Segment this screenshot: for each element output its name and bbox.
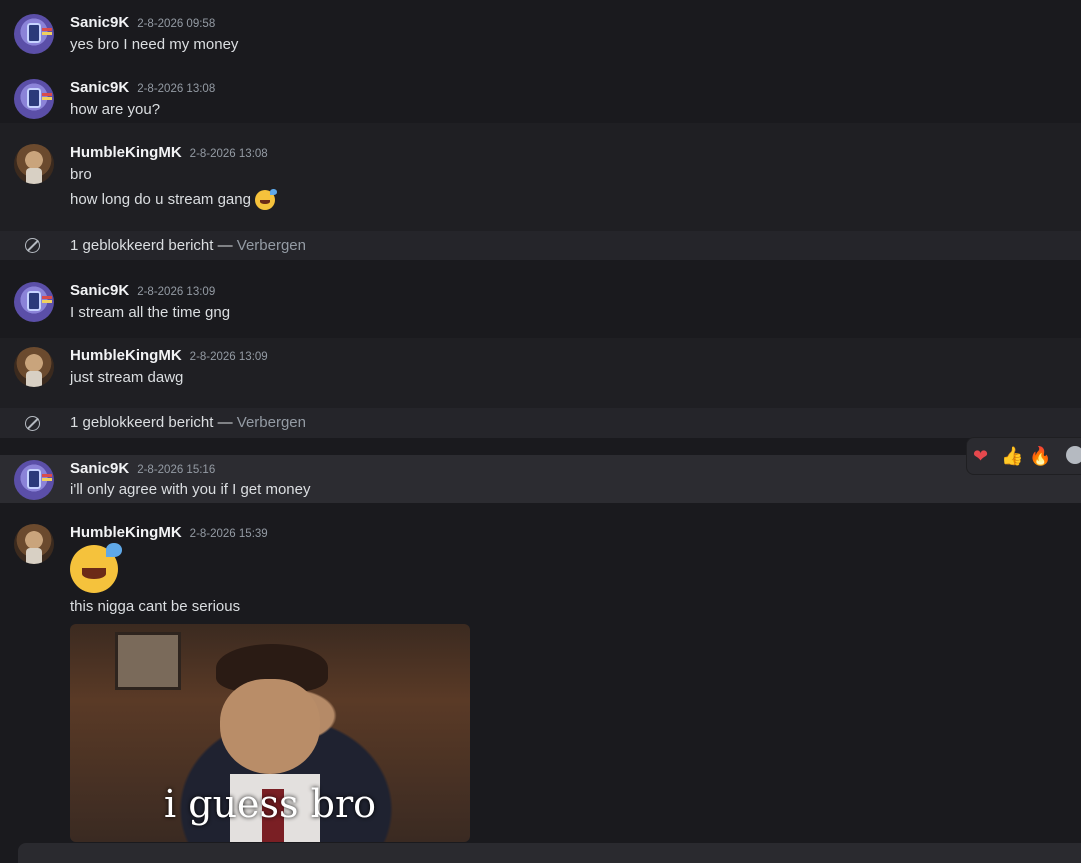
- timestamp[interactable]: 2-8-2026 13:09: [137, 286, 215, 298]
- hide-blocked-link[interactable]: Verbergen: [237, 414, 306, 431]
- message-header: HumbleKingMK 2-8-2026 13:08: [70, 144, 268, 161]
- message-text: i'll only agree with you if I get money: [70, 481, 311, 498]
- hide-blocked-link[interactable]: Verbergen: [237, 237, 306, 254]
- message-text: bro: [70, 166, 92, 183]
- message-text: how are you?: [70, 101, 161, 118]
- username[interactable]: Sanic9K: [70, 282, 129, 299]
- message-text: how long do u stream gang: [70, 189, 277, 210]
- message-header: HumbleKingMK 2-8-2026 13:09: [70, 347, 268, 364]
- message-text: yes bro I need my money: [70, 36, 239, 53]
- message-row: Sanic9K 2-8-2026 13:09 I stream all the t…: [0, 268, 1081, 338]
- timestamp[interactable]: 2-8-2026 13:09: [190, 351, 268, 363]
- avatar[interactable]: [14, 460, 54, 500]
- username[interactable]: Sanic9K: [70, 460, 129, 477]
- gif-attachment[interactable]: i guess bro: [70, 624, 470, 842]
- timestamp[interactable]: 2-8-2026 13:08: [137, 83, 215, 95]
- fire-icon[interactable]: 🔥: [1029, 446, 1051, 467]
- message-text: I stream all the time gng: [70, 304, 231, 321]
- blocked-message-row: 1 geblokkeerd bericht — Verbergen: [0, 408, 1081, 438]
- message-row: HumbleKingMK 2-8-2026 13:09 just stream d…: [0, 338, 1081, 408]
- emoji-line: [70, 543, 122, 593]
- add-reaction-icon[interactable]: [1066, 446, 1081, 464]
- avatar[interactable]: [14, 79, 54, 119]
- message-composer[interactable]: [18, 843, 1081, 863]
- message-row: Sanic9K 2-8-2026 09:58 yes bro I need my …: [0, 0, 1081, 65]
- blocked-label: 1 geblokkeerd bericht —: [70, 237, 237, 254]
- avatar[interactable]: [14, 524, 54, 564]
- blocked-icon: [25, 238, 40, 253]
- quick-reaction-bar: ❤ 👍 🔥: [966, 437, 1081, 475]
- message-header: Sanic9K 2-8-2026 09:58: [70, 14, 215, 31]
- message-header: Sanic9K 2-8-2026 13:08: [70, 79, 215, 96]
- message-row: Sanic9K 2-8-2026 13:08 how are you?: [0, 65, 1081, 123]
- blocked-message-text: 1 geblokkeerd bericht — Verbergen: [70, 237, 306, 254]
- message-header: Sanic9K 2-8-2026 13:09: [70, 282, 215, 299]
- message-row: HumbleKingMK 2-8-2026 13:08 bro how long …: [0, 123, 1081, 231]
- message-text: this nigga cant be serious: [70, 598, 241, 615]
- gif-person-face: [220, 679, 320, 774]
- timestamp[interactable]: 2-8-2026 15:39: [190, 528, 268, 540]
- username[interactable]: Sanic9K: [70, 14, 129, 31]
- gif-caption: i guess bro: [164, 782, 376, 826]
- message-header: Sanic9K 2-8-2026 15:16: [70, 460, 215, 477]
- avatar[interactable]: [14, 14, 54, 54]
- heart-icon[interactable]: ❤: [973, 446, 988, 467]
- rolling-laughing-emoji-icon: [254, 189, 277, 210]
- blocked-icon: [25, 416, 40, 431]
- timestamp[interactable]: 2-8-2026 09:58: [137, 18, 215, 30]
- message-header: HumbleKingMK 2-8-2026 15:39: [70, 524, 268, 541]
- username[interactable]: HumbleKingMK: [70, 347, 182, 364]
- rolling-laughing-emoji-icon: [70, 543, 122, 593]
- blocked-message-row: 1 geblokkeerd bericht — Verbergen: [0, 231, 1081, 260]
- username[interactable]: Sanic9K: [70, 79, 129, 96]
- timestamp[interactable]: 2-8-2026 15:16: [137, 464, 215, 476]
- message-text: just stream dawg: [70, 369, 184, 386]
- avatar[interactable]: [14, 347, 54, 387]
- thumbs-up-icon[interactable]: 👍: [1001, 446, 1023, 467]
- gif-background-frame: [115, 632, 181, 690]
- message-text-line: how long do u stream gang: [70, 190, 251, 208]
- avatar[interactable]: [14, 144, 54, 184]
- blocked-label: 1 geblokkeerd bericht —: [70, 414, 237, 431]
- message-row[interactable]: Sanic9K 2-8-2026 15:16 i'll only agree wi…: [0, 455, 1081, 503]
- username[interactable]: HumbleKingMK: [70, 144, 182, 161]
- username[interactable]: HumbleKingMK: [70, 524, 182, 541]
- blocked-message-text: 1 geblokkeerd bericht — Verbergen: [70, 414, 306, 431]
- timestamp[interactable]: 2-8-2026 13:08: [190, 148, 268, 160]
- avatar[interactable]: [14, 282, 54, 322]
